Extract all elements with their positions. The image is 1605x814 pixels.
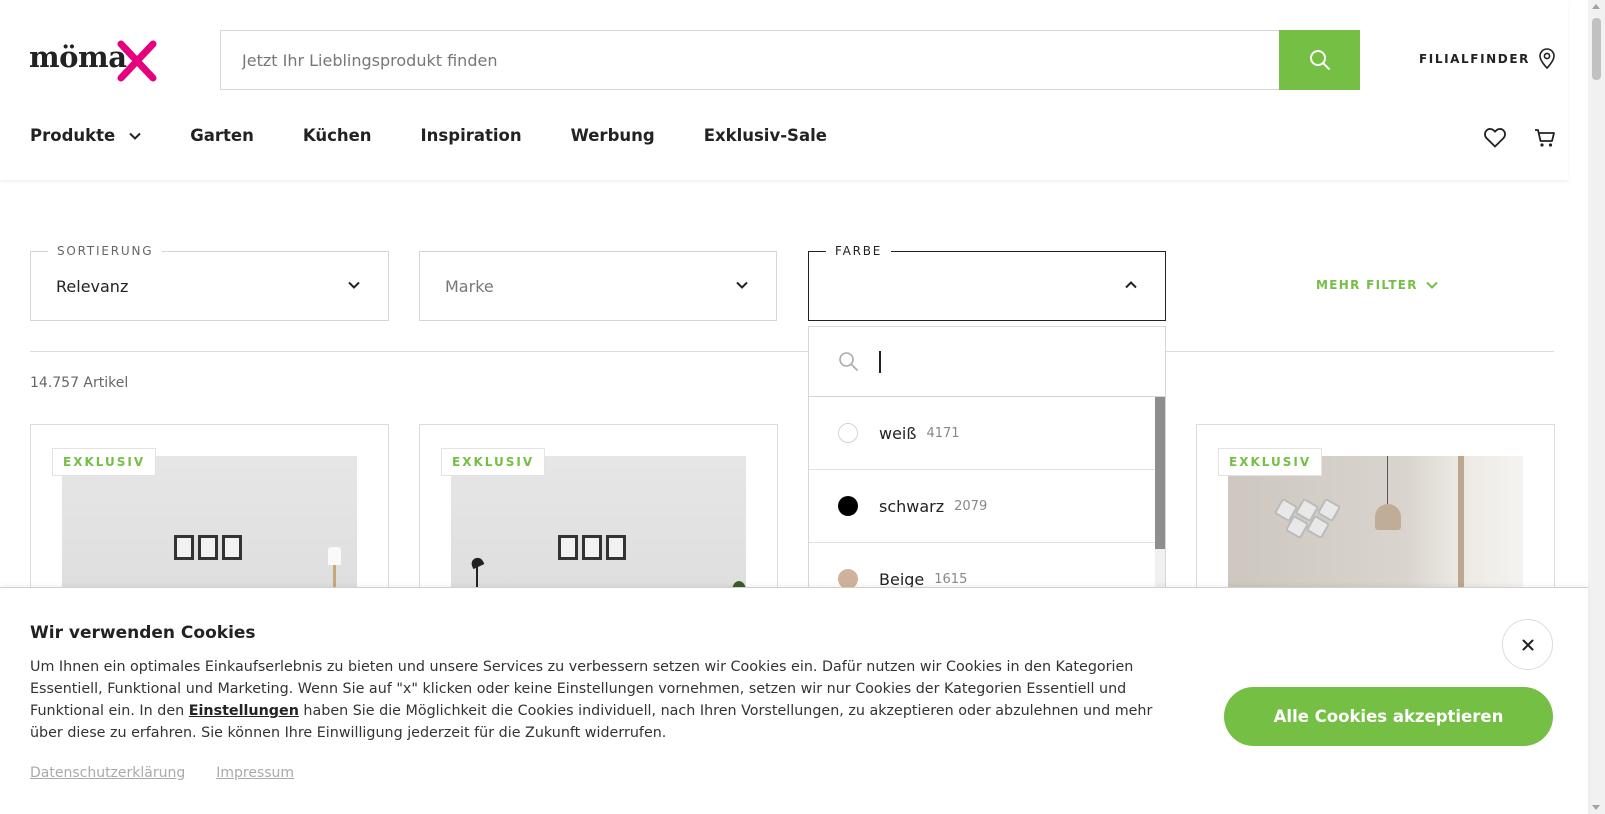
- location-pin-icon: [1539, 48, 1555, 69]
- color-search-input[interactable]: [869, 347, 1139, 377]
- imprint-link[interactable]: Impressum: [216, 765, 294, 781]
- cookie-text: Um Ihnen ein optimales Einkaufserlebnis …: [30, 656, 1165, 744]
- cookie-settings-link[interactable]: Einstellungen: [189, 703, 299, 719]
- color-select[interactable]: FARBE: [808, 244, 1166, 321]
- page-scrollbar-thumb[interactable]: [1592, 18, 1601, 80]
- color-option-schwarz[interactable]: schwarz 2079: [809, 470, 1157, 543]
- color-option-weiss[interactable]: weiß 4171: [809, 397, 1157, 470]
- chevron-down-icon: [348, 281, 360, 289]
- dropdown-scrollbar-thumb[interactable]: [1155, 397, 1165, 549]
- color-option-count: 1615: [934, 571, 968, 587]
- scroll-up-arrow-icon[interactable]: [1592, 4, 1600, 9]
- nav-item-produkte[interactable]: Produkte: [30, 126, 141, 145]
- nav-item-label: Küchen: [302, 126, 372, 145]
- search-icon: [1309, 50, 1330, 70]
- nav-item-werbung[interactable]: Werbung: [571, 126, 655, 145]
- color-search: [809, 327, 1165, 397]
- nav-item-label: Inspiration: [420, 126, 522, 145]
- color-option-count: 4171: [926, 425, 960, 441]
- brand-select[interactable]: Marke: [419, 251, 777, 321]
- cookie-close-button[interactable]: [1502, 619, 1553, 670]
- sort-select[interactable]: SORTIERUNG Relevanz: [30, 244, 389, 321]
- privacy-link[interactable]: Datenschutzerklärung: [30, 765, 185, 781]
- store-finder-label: FILIALFINDER: [1419, 51, 1531, 66]
- chevron-down-icon: [129, 132, 141, 140]
- color-option-count: 2079: [954, 498, 988, 514]
- chevron-up-icon: [1125, 281, 1137, 289]
- main-nav: Produkte Garten Küchen Inspiration Werbu…: [30, 126, 876, 145]
- cookie-title: Wir verwenden Cookies: [30, 623, 256, 643]
- result-count: 14.757 Artikel: [30, 375, 129, 391]
- nav-item-label: Garten: [190, 126, 254, 145]
- chevron-down-icon: [736, 281, 748, 289]
- cart-icon: [1535, 129, 1555, 147]
- sort-value: Relevanz: [56, 277, 129, 296]
- logo[interactable]: möma: [29, 34, 161, 84]
- search-field-wrapper: [220, 30, 1279, 90]
- chevron-down-icon: [1426, 281, 1438, 289]
- nav-item-label: Exklusiv-Sale: [703, 126, 827, 145]
- page-scrollbar[interactable]: [1588, 0, 1605, 814]
- accept-all-cookies-button[interactable]: Alle Cookies akzeptieren: [1224, 687, 1553, 746]
- nav-item-garten[interactable]: Garten: [190, 126, 254, 145]
- nav-item-label: Produkte: [30, 126, 116, 145]
- store-finder-link[interactable]: FILIALFINDER: [1419, 48, 1555, 69]
- exclusive-badge: EXKLUSIV: [52, 448, 157, 476]
- color-swatch: [838, 569, 858, 589]
- text-caret: [879, 351, 881, 373]
- cookie-footer-links: Datenschutzerklärung Impressum: [30, 765, 294, 781]
- color-swatch: [838, 496, 858, 516]
- cookie-banner: Wir verwenden Cookies Um Ihnen ein optim…: [0, 587, 1588, 814]
- logo-wordmark: möma: [29, 40, 127, 74]
- scroll-down-arrow-icon[interactable]: [1592, 805, 1600, 810]
- more-filters-button[interactable]: MEHR FILTER: [1316, 278, 1438, 292]
- color-swatch: [838, 423, 858, 443]
- nav-item-exklusiv-sale[interactable]: Exklusiv-Sale: [704, 126, 827, 145]
- color-options-list: weiß 4171 schwarz 2079 Beige 1615: [809, 397, 1157, 595]
- color-dropdown: weiß 4171 schwarz 2079 Beige 1615: [808, 326, 1166, 596]
- color-option-label: schwarz: [879, 496, 945, 516]
- brand-placeholder: Marke: [445, 277, 494, 296]
- logo-x-icon: [117, 40, 157, 82]
- heart-icon: [1484, 128, 1506, 148]
- color-option-label: Beige: [879, 569, 925, 589]
- more-filters-label: MEHR FILTER: [1316, 278, 1418, 292]
- cart-button[interactable]: [1534, 128, 1556, 153]
- color-legend: FARBE: [826, 244, 892, 258]
- site-header: möma FILIALFINDER Produkte Garten Küchen…: [0, 0, 1568, 180]
- wishlist-button[interactable]: [1484, 128, 1506, 153]
- nav-item-kuechen[interactable]: Küchen: [303, 126, 372, 145]
- nav-item-inspiration[interactable]: Inspiration: [421, 126, 522, 145]
- exclusive-badge: EXKLUSIV: [1218, 448, 1323, 476]
- close-icon: [1522, 639, 1533, 650]
- search-icon: [839, 352, 858, 371]
- sort-legend: SORTIERUNG: [48, 244, 163, 258]
- exclusive-badge: EXKLUSIV: [441, 448, 546, 476]
- nav-item-label: Werbung: [570, 126, 655, 145]
- search-button[interactable]: [1279, 30, 1360, 90]
- divider: [30, 351, 1554, 352]
- search-input[interactable]: [221, 31, 1279, 89]
- color-option-label: weiß: [879, 423, 917, 443]
